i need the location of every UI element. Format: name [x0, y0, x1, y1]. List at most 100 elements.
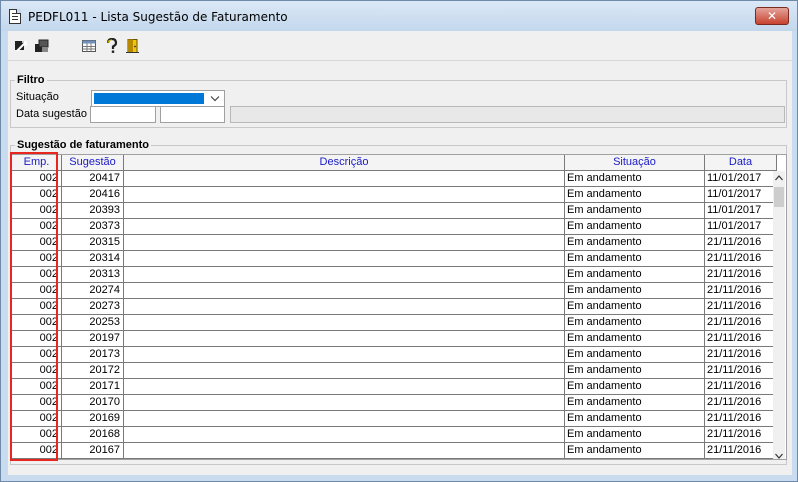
col-header-situacao[interactable]: Situação: [565, 155, 705, 171]
cell-situacao: Em andamento: [565, 267, 705, 283]
chevron-down-icon[interactable]: [209, 92, 221, 105]
exit-door-icon[interactable]: [125, 38, 141, 54]
cell-descricao: [124, 315, 565, 331]
cell-emp: 002: [12, 299, 62, 315]
table-row[interactable]: 002 20168 Em andamento 21/11/2016: [12, 427, 777, 443]
col-header-emp[interactable]: Emp.: [12, 155, 62, 171]
cell-emp: 002: [12, 283, 62, 299]
cell-sugestao: 20197: [62, 331, 124, 347]
table-row[interactable]: 002 20197 Em andamento 21/11/2016: [12, 331, 777, 347]
cell-descricao: [124, 379, 565, 395]
col-header-sugestao[interactable]: Sugestão: [62, 155, 124, 171]
data-to-field[interactable]: [160, 106, 225, 123]
cell-emp: 002: [12, 331, 62, 347]
export-icon[interactable]: [13, 38, 29, 54]
cell-data: 21/11/2016: [705, 347, 777, 363]
cell-sugestao: 20171: [62, 379, 124, 395]
table-row[interactable]: 002 20172 Em andamento 21/11/2016: [12, 363, 777, 379]
cell-data: 21/11/2016: [705, 315, 777, 331]
cell-sugestao: 20416: [62, 187, 124, 203]
cell-emp: 002: [12, 219, 62, 235]
cell-sugestao: 20274: [62, 283, 124, 299]
cell-sugestao: 20253: [62, 315, 124, 331]
table-row[interactable]: 002 20314 Em andamento 21/11/2016: [12, 251, 777, 267]
cell-situacao: Em andamento: [565, 395, 705, 411]
table-row[interactable]: 002 20170 Em andamento 21/11/2016: [12, 395, 777, 411]
cell-situacao: Em andamento: [565, 219, 705, 235]
cell-situacao: Em andamento: [565, 331, 705, 347]
cell-sugestao: 20315: [62, 235, 124, 251]
vertical-scrollbar[interactable]: [773, 171, 785, 459]
situacao-select[interactable]: [91, 90, 225, 107]
data-description-field: [230, 106, 785, 123]
situacao-label: Situação: [16, 91, 59, 103]
window-title: PEDFL011 - Lista Sugestão de Faturamento: [28, 10, 288, 24]
cell-descricao: [124, 363, 565, 379]
cell-descricao: [124, 443, 565, 459]
cell-sugestao: 20167: [62, 443, 124, 459]
filter-legend: Filtro: [17, 74, 45, 86]
scroll-up-icon[interactable]: [773, 171, 785, 185]
cell-situacao: Em andamento: [565, 235, 705, 251]
table-row[interactable]: 002 20313 Em andamento 21/11/2016: [12, 267, 777, 283]
title-bar[interactable]: PEDFL011 - Lista Sugestão de Faturamento…: [1, 1, 797, 31]
cell-descricao: [124, 395, 565, 411]
cell-situacao: Em andamento: [565, 171, 705, 187]
table-row[interactable]: 002 20274 Em andamento 21/11/2016: [12, 283, 777, 299]
table-row[interactable]: 002 20253 Em andamento 21/11/2016: [12, 315, 777, 331]
table-row[interactable]: 002 20315 Em andamento 21/11/2016: [12, 235, 777, 251]
close-button[interactable]: ✕: [755, 7, 789, 25]
table-row[interactable]: 002 20169 Em andamento 21/11/2016: [12, 411, 777, 427]
table-row[interactable]: 002 20417 Em andamento 11/01/2017: [12, 171, 777, 187]
cell-descricao: [124, 235, 565, 251]
table-row[interactable]: 002 20393 Em andamento 11/01/2017: [12, 203, 777, 219]
cell-sugestao: 20373: [62, 219, 124, 235]
help-icon[interactable]: [104, 38, 120, 54]
table-row[interactable]: 002 20273 Em andamento 21/11/2016: [12, 299, 777, 315]
cell-sugestao: 20313: [62, 267, 124, 283]
cell-sugestao: 20169: [62, 411, 124, 427]
cell-emp: 002: [12, 427, 62, 443]
table-icon[interactable]: [81, 38, 97, 54]
table-row[interactable]: 002 20171 Em andamento 21/11/2016: [12, 379, 777, 395]
toolbar-divider: [8, 60, 792, 61]
cell-situacao: Em andamento: [565, 379, 705, 395]
suggestion-legend: Sugestão de faturamento: [17, 139, 150, 151]
table-row[interactable]: 002 20173 Em andamento 21/11/2016: [12, 347, 777, 363]
cell-emp: 002: [12, 171, 62, 187]
cell-situacao: Em andamento: [565, 283, 705, 299]
scroll-thumb[interactable]: [774, 187, 784, 207]
multi-window-icon[interactable]: [34, 38, 50, 54]
cell-sugestao: 20170: [62, 395, 124, 411]
cell-situacao: Em andamento: [565, 411, 705, 427]
cell-data: 21/11/2016: [705, 299, 777, 315]
cell-emp: 002: [12, 411, 62, 427]
cell-situacao: Em andamento: [565, 187, 705, 203]
table-row[interactable]: 002 20167 Em andamento 21/11/2016: [12, 443, 777, 459]
cell-data: 21/11/2016: [705, 283, 777, 299]
cell-sugestao: 20314: [62, 251, 124, 267]
cell-descricao: [124, 219, 565, 235]
cell-descricao: [124, 251, 565, 267]
cell-sugestao: 20168: [62, 427, 124, 443]
col-header-data[interactable]: Data: [705, 155, 777, 171]
cell-data: 21/11/2016: [705, 363, 777, 379]
cell-descricao: [124, 331, 565, 347]
cell-sugestao: 20393: [62, 203, 124, 219]
scroll-down-icon[interactable]: [773, 449, 785, 459]
col-header-descricao[interactable]: Descrição: [124, 155, 565, 171]
cell-emp: 002: [12, 395, 62, 411]
cell-data: 21/11/2016: [705, 395, 777, 411]
situacao-selected-value: [94, 93, 204, 104]
cell-data: 11/01/2017: [705, 203, 777, 219]
cell-sugestao: 20173: [62, 347, 124, 363]
table-row[interactable]: 002 20373 Em andamento 11/01/2017: [12, 219, 777, 235]
data-from-field[interactable]: [90, 106, 156, 123]
suggestion-grid[interactable]: Emp. Sugestão Descrição Situação Data 00…: [11, 154, 787, 460]
table-row[interactable]: 002 20416 Em andamento 11/01/2017: [12, 187, 777, 203]
cell-data: 11/01/2017: [705, 171, 777, 187]
data-sugestao-label: Data sugestão: [16, 108, 87, 120]
cell-data: 21/11/2016: [705, 443, 777, 459]
cell-situacao: Em andamento: [565, 443, 705, 459]
cell-data: 21/11/2016: [705, 427, 777, 443]
